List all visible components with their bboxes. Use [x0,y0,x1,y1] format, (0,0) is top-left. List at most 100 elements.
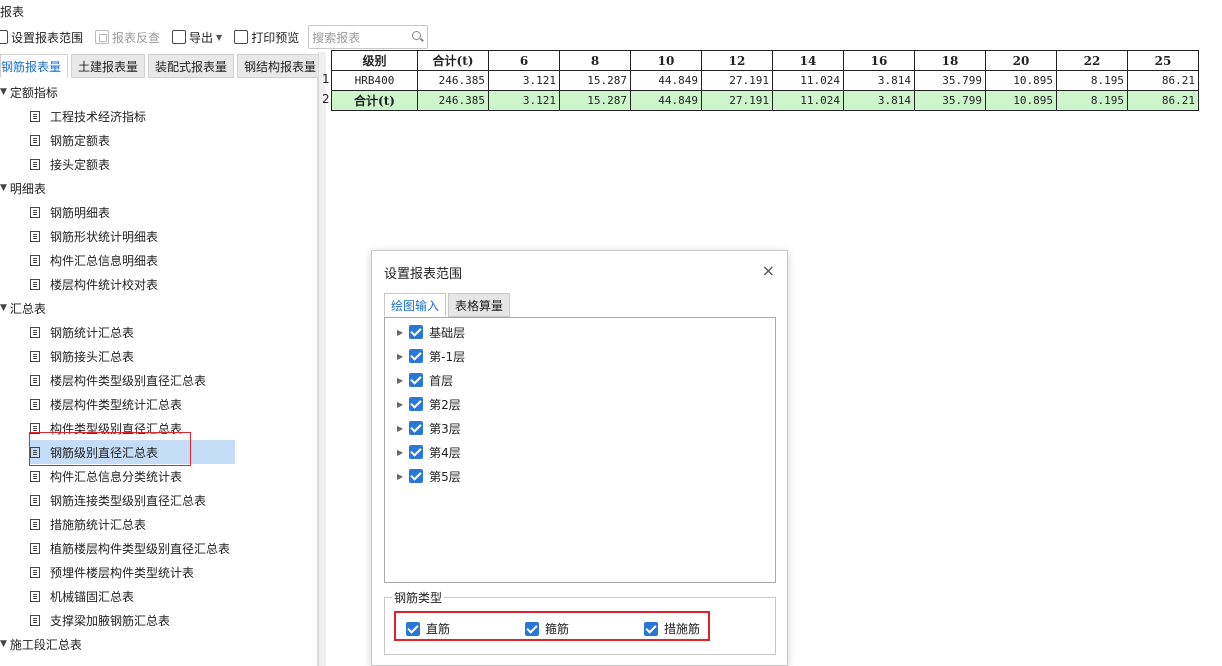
tree-item[interactable]: 支撑梁加腋钢筋汇总表 [30,608,170,632]
tree-group-detail[interactable]: ▼ 明细表 [0,176,46,200]
tree-item[interactable]: 钢筋接头汇总表 [30,344,134,368]
checkbox-checked-icon[interactable] [525,621,539,636]
checkbox-checked-icon[interactable] [409,373,424,387]
column-header: 6 [488,50,560,71]
tab-drawing-input[interactable]: 绘图输入 [384,293,447,317]
caret-down-icon[interactable]: ▼ [0,183,7,193]
rebar-type-measure-checkbox[interactable]: 措施筋 [644,620,700,637]
floor-item[interactable]: ▶ 第5层 [397,464,461,488]
tab-civil-report[interactable]: 土建报表量 [71,54,146,78]
tree-group-quota[interactable]: ▼ 定额指标 [0,80,58,104]
panel-splitter[interactable] [318,52,326,666]
column-header: 16 [843,50,915,71]
report-tree: ▼ 定额指标 工程技术经济指标 钢筋定额表 接头定额表 ▼ 明细表 钢筋明细表 … [0,78,318,666]
checkbox-checked-icon[interactable] [409,469,424,483]
print-preview-button[interactable]: 打印预览 [231,25,302,49]
checkbox-checked-icon[interactable] [406,621,420,636]
report-reverse-button[interactable]: 报表反查 [92,25,163,49]
table-cell[interactable]: 27.191 [701,90,773,111]
chevron-down-icon[interactable]: ▼ [216,33,222,42]
tree-item[interactable]: 机械锚固汇总表 [30,584,134,608]
tree-item[interactable]: 楼层构件类型统计汇总表 [30,392,182,416]
document-icon [30,110,40,122]
tree-item[interactable]: 钢筋定额表 [30,128,110,152]
export-button[interactable]: 导出 ▼ [169,25,225,49]
table-cell[interactable]: 35.799 [914,70,986,91]
checkbox-checked-icon[interactable] [409,445,424,459]
tree-item[interactable]: 接头定额表 [30,152,110,176]
checkbox-checked-icon[interactable] [409,325,424,339]
tree-group-summary[interactable]: ▼ 汇总表 [0,296,46,320]
checkbox-checked-icon[interactable] [409,397,424,411]
rebar-type-straight-checkbox[interactable]: 直筋 [406,620,450,637]
tree-item[interactable]: 植筋楼层构件类型级别直径汇总表 [30,536,230,560]
table-cell[interactable]: 10.895 [985,90,1057,111]
caret-down-icon[interactable]: ▼ [0,639,7,649]
table-cell[interactable]: 86.21 [1127,90,1199,111]
table-cell[interactable]: 44.849 [630,90,702,111]
table-cell[interactable]: 3.121 [488,70,560,91]
checkbox-checked-icon[interactable] [409,349,424,363]
checkbox-checked-icon[interactable] [409,421,424,435]
expand-arrow-icon[interactable]: ▶ [397,424,403,433]
tree-item[interactable]: 措施筋统计汇总表 [30,512,146,536]
tree-item[interactable]: 楼层构件统计校对表 [30,272,158,296]
floor-item[interactable]: ▶ 第-1层 [397,344,465,368]
tree-item[interactable]: 钢筋形状统计明细表 [30,224,158,248]
floor-item[interactable]: ▶ 第3层 [397,416,461,440]
table-row[interactable]: HRB400 246.385 3.121 15.287 44.849 27.19… [331,70,1199,91]
table-cell[interactable]: 86.21 [1127,70,1199,91]
table-cell[interactable]: 3.814 [843,90,915,111]
expand-arrow-icon[interactable]: ▶ [397,400,403,409]
expand-arrow-icon[interactable]: ▶ [397,328,403,337]
tab-prefab-report[interactable]: 装配式报表量 [148,54,235,78]
table-cell[interactable]: 246.385 [417,90,489,111]
table-total-row[interactable]: 合计(t) 246.385 3.121 15.287 44.849 27.191… [331,90,1199,111]
table-cell[interactable]: HRB400 [331,70,418,91]
table-cell[interactable]: 44.849 [630,70,702,91]
table-cell[interactable]: 11.024 [772,70,844,91]
tree-item[interactable]: 构件汇总信息分类统计表 [30,464,182,488]
table-cell[interactable]: 15.287 [559,70,631,91]
table-cell[interactable]: 8.195 [1056,90,1128,111]
tab-rebar-report[interactable]: 钢筋报表量 [0,54,69,78]
tree-group-construction-section[interactable]: ▼ 施工段汇总表 [0,632,82,656]
tree-item[interactable]: 预埋件楼层构件类型统计表 [30,560,194,584]
tree-item[interactable]: 钢筋连接类型级别直径汇总表 [30,488,206,512]
floor-item[interactable]: ▶ 首层 [397,368,453,392]
search-icon[interactable] [412,31,422,40]
rebar-type-stirrup-checkbox[interactable]: 箍筋 [525,620,569,637]
expand-arrow-icon[interactable]: ▶ [397,352,403,361]
tree-item[interactable]: 钢筋明细表 [30,200,110,224]
table-cell[interactable]: 246.385 [417,70,489,91]
floor-item[interactable]: ▶ 第4层 [397,440,461,464]
checkbox-checked-icon[interactable] [644,621,658,636]
floor-item[interactable]: ▶ 第2层 [397,392,461,416]
set-report-range-button[interactable]: 设置报表范围 [0,25,86,49]
table-cell[interactable]: 3.814 [843,70,915,91]
expand-arrow-icon[interactable]: ▶ [397,448,403,457]
table-cell[interactable]: 10.895 [985,70,1057,91]
tab-table-quantity[interactable]: 表格算量 [448,293,511,317]
caret-down-icon[interactable]: ▼ [0,87,7,97]
search-input[interactable]: 搜索报表 [308,25,429,49]
table-cell[interactable]: 35.799 [914,90,986,111]
report-tabs: 钢筋报表量 土建报表量 装配式报表量 钢结构报表量 [0,54,324,78]
tree-item[interactable]: 楼层构件类型级别直径汇总表 [30,368,206,392]
table-cell[interactable]: 合计(t) [331,90,418,111]
table-cell[interactable]: 8.195 [1056,70,1128,91]
tree-item[interactable]: 构件汇总信息明细表 [30,248,158,272]
tree-item[interactable]: 工程技术经济指标 [30,104,146,128]
table-cell[interactable]: 3.121 [488,90,560,111]
table-cell[interactable]: 11.024 [772,90,844,111]
tree-item[interactable]: 钢筋统计汇总表 [30,320,134,344]
table-cell[interactable]: 27.191 [701,70,773,91]
floor-item[interactable]: ▶ 基础层 [397,320,465,344]
expand-arrow-icon[interactable]: ▶ [397,472,403,481]
document-icon [30,206,40,218]
close-icon[interactable]: × [762,261,775,280]
expand-arrow-icon[interactable]: ▶ [397,376,403,385]
caret-down-icon[interactable]: ▼ [0,303,7,313]
tab-steel-structure-report[interactable]: 钢结构报表量 [237,54,324,78]
table-cell[interactable]: 15.287 [559,90,631,111]
